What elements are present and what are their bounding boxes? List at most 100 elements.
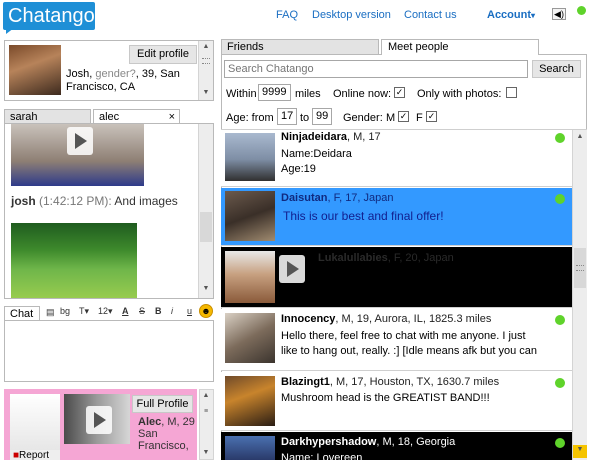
result-name[interactable]: Blazingt1 (281, 376, 330, 388)
speaker-icon[interactable]: ◀) (552, 8, 566, 20)
play-icon[interactable] (67, 127, 93, 155)
tab-divider (221, 54, 381, 55)
result-avatar[interactable] (225, 251, 275, 303)
profile-scrollbar[interactable]: ▲ ▼ (198, 41, 213, 100)
scroll-up-icon[interactable]: ▲ (574, 132, 586, 142)
online-icon (555, 194, 565, 204)
message-input[interactable] (4, 320, 214, 382)
result-avatar[interactable] (225, 133, 275, 181)
play-icon[interactable] (279, 255, 305, 283)
gender-prompt[interactable]: gender? (95, 68, 135, 80)
scroll-grip-icon[interactable] (576, 265, 584, 271)
scroll-thumb[interactable] (200, 212, 212, 242)
online-status-icon (577, 6, 586, 15)
result-row[interactable]: Darkhypershadow, M, 18, Georgia Name: Lo… (221, 432, 572, 460)
faq-link[interactable]: FAQ (276, 9, 298, 21)
scroll-down-icon[interactable]: ▼ (573, 445, 587, 458)
partner-video-thumb[interactable] (64, 394, 130, 444)
smiley-icon[interactable]: ☻ (199, 304, 213, 318)
chat-scrollbar[interactable]: ▼ (198, 124, 213, 298)
search-input[interactable] (224, 60, 528, 78)
result-header: Ninjadeidara, M, 17 (281, 131, 381, 143)
my-profile-panel: Edit profile Josh, gender?, 39, San Fran… (4, 40, 214, 101)
scroll-thumb[interactable] (574, 248, 586, 288)
video-message[interactable] (11, 124, 144, 186)
gender-f-checkbox[interactable]: ✓ (426, 111, 437, 122)
background-toggle[interactable]: bg (60, 306, 70, 316)
within-label: Within (226, 88, 257, 100)
full-profile-button[interactable]: Full Profile (132, 395, 193, 413)
tab-meet-people[interactable]: Meet people (381, 39, 539, 55)
scroll-grip-icon[interactable]: ≡ (200, 407, 212, 417)
photos-checkbox[interactable] (506, 87, 517, 98)
underline-button[interactable]: u (187, 306, 192, 316)
desktop-version-link[interactable]: Desktop version (312, 9, 391, 21)
scroll-up-icon[interactable]: ▲ (200, 42, 212, 52)
my-profile-info: Josh, gender?, 39, San Francisco, CA (66, 68, 180, 93)
chat-tab-sarah[interactable]: sarah (4, 109, 91, 123)
scroll-down-icon[interactable]: ▼ (200, 284, 212, 294)
age-from-input[interactable]: 17 (277, 108, 297, 125)
result-name[interactable]: Lukalullabies (318, 252, 388, 264)
chat-message: josh (1:42:12 PM): And images (11, 194, 178, 208)
results-scrollbar[interactable]: ▲ ▼ (572, 130, 587, 460)
partner-location-1: San (138, 428, 158, 440)
age-to-label: to (300, 112, 310, 124)
scroll-grip-icon[interactable] (202, 58, 210, 64)
chat-tab-alec[interactable]: alec × (93, 109, 180, 124)
result-name[interactable]: Darkhypershadow (281, 436, 376, 448)
font-color-button[interactable]: A (122, 306, 129, 316)
report-label: Report (19, 450, 50, 460)
logo-tail (6, 28, 14, 34)
search-button[interactable]: Search (532, 60, 581, 78)
edit-profile-button[interactable]: Edit profile (129, 45, 197, 64)
result-meta: , M, 19, Aurora, IL, 1825.3 miles (335, 313, 492, 325)
result-name[interactable]: Innocency (281, 313, 335, 325)
my-name: Josh (66, 68, 90, 80)
result-header: Innocency, M, 19, Aurora, IL, 1825.3 mil… (281, 313, 491, 325)
chatango-logo[interactable]: Chatango (3, 2, 95, 30)
bold-button[interactable]: B (155, 306, 162, 316)
scroll-up-icon[interactable]: ▲ (200, 391, 212, 401)
result-row[interactable]: Blazingt1, M, 17, Houston, TX, 1630.7 mi… (221, 372, 572, 431)
result-name[interactable]: Daisutan (281, 192, 327, 204)
tab-divider-right (539, 54, 587, 55)
result-avatar[interactable] (225, 376, 275, 426)
result-row[interactable]: Daisutan, F, 17, Japan This is our best … (221, 188, 572, 246)
result-row[interactable]: Innocency, M, 19, Aurora, IL, 1825.3 mil… (221, 309, 572, 371)
result-avatar[interactable] (225, 191, 275, 241)
text-options-icon[interactable]: ▤ (46, 307, 55, 318)
font-size-select[interactable]: 12▾ (98, 306, 113, 317)
result-meta: , F, 17, Japan (327, 192, 394, 204)
result-meta: , M, 17, Houston, TX, 1630.7 miles (329, 376, 500, 388)
gender-m-checkbox[interactable]: ✓ (398, 111, 409, 122)
partner-sketch-image[interactable] (10, 394, 60, 452)
play-icon[interactable] (86, 406, 112, 434)
contact-us-link[interactable]: Contact us (404, 9, 457, 21)
scroll-down-icon[interactable]: ▼ (200, 88, 212, 98)
strike-button[interactable]: S (139, 306, 145, 316)
scroll-down-icon[interactable]: ▼ (200, 448, 212, 458)
age-to-input[interactable]: 99 (312, 108, 332, 125)
image-message[interactable] (11, 223, 137, 298)
result-row[interactable]: Ninjadeidara, M, 17 Name:Deidara Age:19 (221, 130, 572, 187)
italic-button[interactable]: i (171, 306, 173, 316)
font-type-button[interactable]: T▾ (79, 306, 89, 317)
result-line-1: This is our best and final offer! (283, 209, 444, 223)
tab-friends[interactable]: Friends (221, 39, 379, 54)
result-avatar[interactable] (225, 313, 275, 363)
account-menu[interactable]: Account▾ (487, 9, 535, 21)
composer-tab[interactable]: Chat (4, 306, 40, 321)
miles-input[interactable]: 9999 (258, 84, 291, 101)
result-row[interactable]: Lukalullabies, F, 20, Japan (221, 247, 572, 308)
report-button[interactable]: ■Report (10, 450, 60, 460)
result-name[interactable]: Ninjadeidara (281, 131, 347, 143)
close-icon[interactable]: × (169, 110, 175, 124)
online-now-checkbox[interactable]: ✓ (394, 87, 405, 98)
result-avatar[interactable] (225, 436, 275, 460)
gender-m-label: M (386, 112, 396, 124)
result-header: Daisutan, F, 17, Japan (281, 192, 394, 204)
my-avatar[interactable] (9, 45, 61, 95)
partner-scrollbar[interactable]: ▲ ≡ ▼ (199, 389, 214, 460)
font-size-value: 12 (98, 306, 109, 316)
